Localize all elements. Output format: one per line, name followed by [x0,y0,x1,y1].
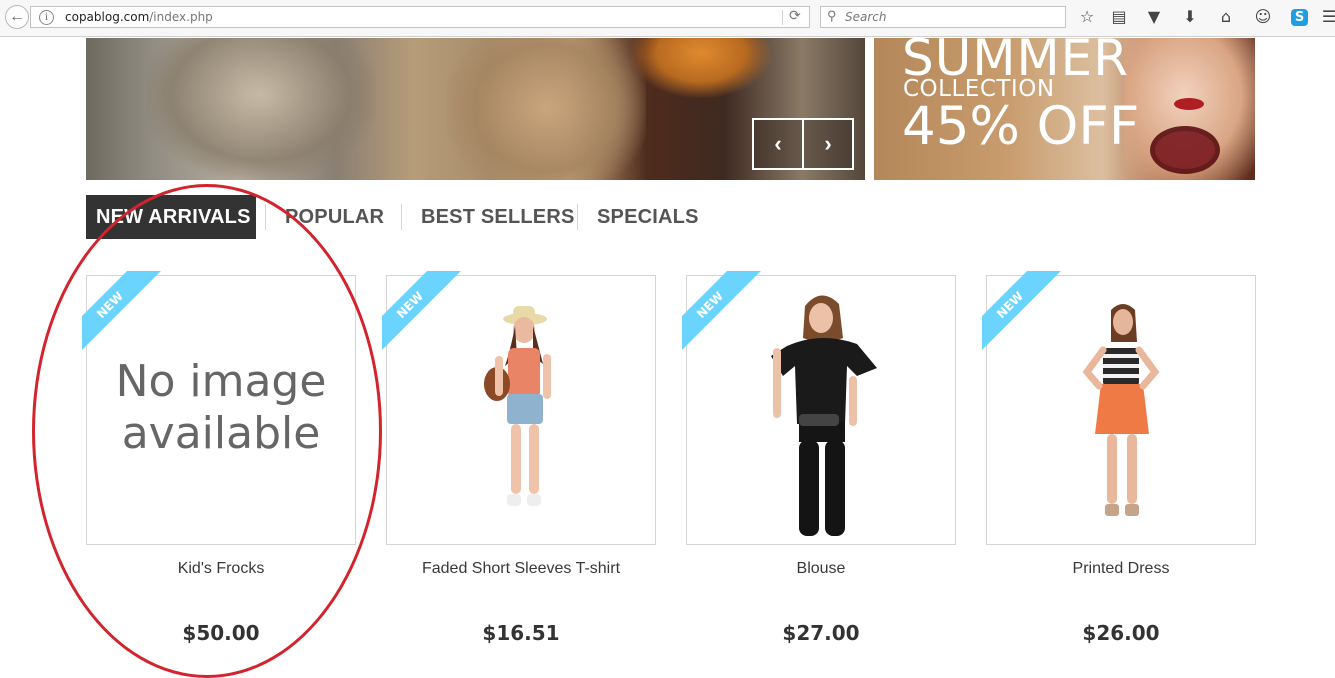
back-arrow-icon[interactable]: ← [5,5,29,29]
url-domain: copablog.com [65,10,150,24]
new-badge-label: NEW [382,271,461,356]
url-path: /index.php [149,10,213,24]
site-info-icon[interactable]: i [39,10,54,25]
reload-icon[interactable]: ⟳ [789,7,801,24]
address-bar[interactable]: i copablog.com/index.php ⟳ [30,6,810,28]
annotation-circle [32,184,382,678]
new-badge: NEW [682,271,772,361]
new-badge-label: NEW [682,271,761,356]
product-price: $27.00 [782,621,860,645]
search-placeholder: Search [845,10,887,24]
promo-model-lips [1174,98,1204,110]
search-bar[interactable]: ⚲ Search [820,6,1066,28]
slider-next-button[interactable]: › [802,118,854,170]
slider-prev-button[interactable]: ‹ [752,118,804,170]
product-price: $26.00 [1082,621,1160,645]
slider-image-scarf [446,38,646,180]
browser-toolbar: ← i copablog.com/index.php ⟳ ⚲ Search ☆ … [0,0,1335,37]
slider-image-foliage [146,38,376,180]
hero-slider: ‹ › [86,38,865,180]
new-badge: NEW [982,271,1072,361]
promo-banner[interactable]: SUMMER COLLECTION 45% OFF [874,38,1255,180]
tab-specials[interactable]: SPECIALS [597,195,699,239]
promo-sunglasses [1150,126,1220,174]
product-name[interactable]: Blouse [686,560,956,578]
promo-discount: 45% OFF [902,96,1140,157]
product-name[interactable]: Printed Dress [986,560,1256,578]
reading-list-icon[interactable]: ▤ [1109,7,1129,27]
tab-best-sellers[interactable]: BEST SELLERS [421,195,575,239]
download-icon[interactable]: ⬇ [1180,7,1200,27]
tab-divider [401,204,402,230]
product-card[interactable]: NEW Faded Short Sleeves T-shirt $16.51 [382,271,656,671]
menu-icon[interactable]: ☰ [1319,7,1335,27]
search-icon: ⚲ [827,8,837,23]
product-card[interactable]: NEW Printed Dress $26.00 [982,271,1256,671]
url-text: copablog.com/index.php [65,10,213,24]
new-badge: NEW [382,271,472,361]
product-name[interactable]: Faded Short Sleeves T-shirt [386,560,656,578]
new-badge-label: NEW [982,271,1061,356]
url-separator [782,10,783,25]
product-price: $16.51 [482,621,560,645]
skype-icon[interactable]: S [1291,9,1308,26]
home-icon[interactable]: ⌂ [1216,7,1236,27]
slider-image-glove [631,38,771,98]
chat-icon[interactable]: ☺ [1253,7,1273,27]
star-icon[interactable]: ☆ [1077,7,1097,27]
product-card[interactable]: NEW Blouse $27.00 [682,271,956,671]
pocket-icon[interactable]: ▼ [1144,7,1164,27]
tab-divider [577,204,578,230]
